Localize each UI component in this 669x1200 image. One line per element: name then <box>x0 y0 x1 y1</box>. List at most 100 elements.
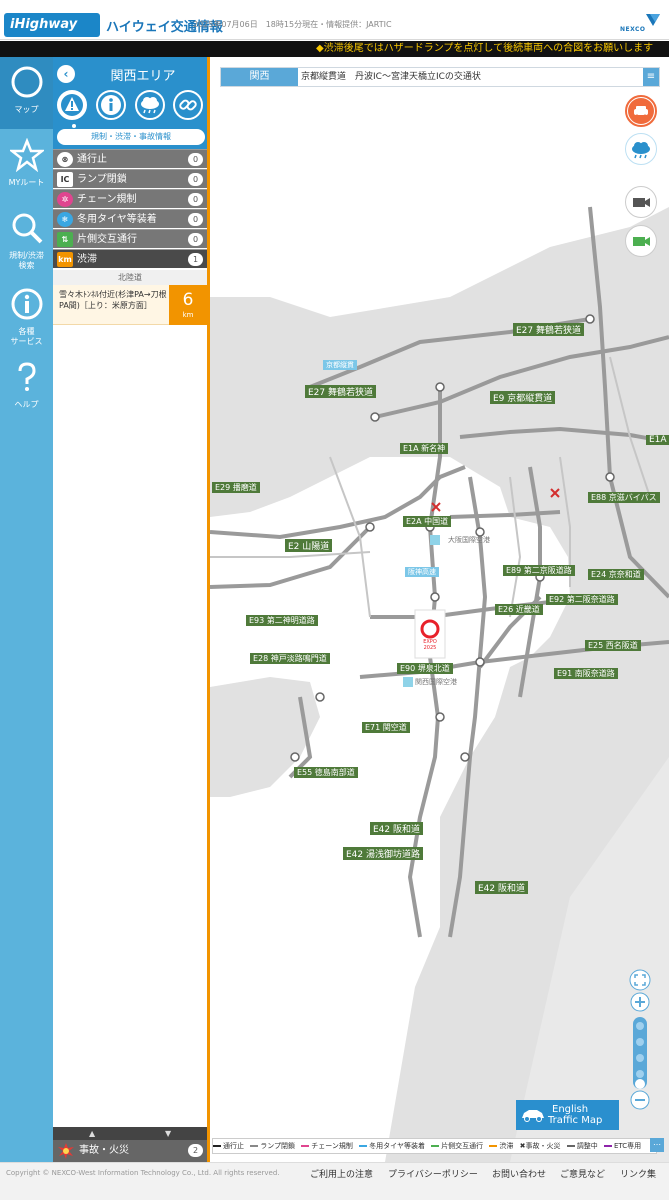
legend-item: 渋滞 <box>489 1142 513 1150</box>
filter-chain[interactable]: ✲ チェーン規制 0 <box>53 189 207 208</box>
footer-link-links[interactable]: リンク集 <box>620 1167 656 1180</box>
road-label-e25: E25 西名阪道 <box>585 640 641 651</box>
route-bar: 関西 京都縦貫道 丹波IC～宮津天橋立ICの交通状 ≡ <box>220 67 660 87</box>
search-icon <box>12 213 42 244</box>
weather-cloud-icon <box>632 142 650 159</box>
fire-burst-icon <box>58 1143 74 1159</box>
area-title: 関西エリア <box>110 69 176 84</box>
update-timestamp: 2025年07月06日 18時15分現在・情報提供：JARTIC <box>193 20 392 29</box>
road-label-e29: E29 播磨道 <box>212 482 260 493</box>
road-label-e28: E28 神戸淡路鳴門道 <box>250 653 330 664</box>
congestion-length: 6 km <box>169 285 207 325</box>
legend-item: 冬用タイヤ等装着 <box>359 1142 425 1150</box>
filter-count: 0 <box>188 153 203 166</box>
rail-item-services[interactable]: 各種 サービス <box>0 279 53 355</box>
camera-layer-button[interactable] <box>625 186 657 218</box>
filter-count: 0 <box>188 173 203 186</box>
filter-winter-tire[interactable]: ❄ 冬用タイヤ等装着 0 <box>53 209 207 228</box>
nexco-logo[interactable]: NEXCO <box>620 12 664 38</box>
footer-link-privacy[interactable]: プライバシーポリシー <box>388 1167 478 1180</box>
rail-item-myroute[interactable]: MYルート <box>0 130 53 202</box>
filter-closure[interactable]: ⊗ 通行止 0 <box>53 149 207 168</box>
road-label-e1a: E1A <box>646 435 669 445</box>
road-label-e93: E93 第二神明道路 <box>246 615 318 626</box>
alternating-traffic-icon: ⇅ <box>57 232 73 247</box>
video-camera-icon <box>633 198 650 207</box>
english-traffic-map-button[interactable]: English Traffic Map <box>516 1100 619 1130</box>
filter-count: 2 <box>188 1144 203 1157</box>
live-camera-layer-button[interactable] <box>625 225 657 257</box>
snowflake-icon: ❄ <box>57 212 73 227</box>
filter-count: 0 <box>188 233 203 246</box>
road-label-e55: E55 徳島南部道 <box>294 767 358 778</box>
video-camera-icon <box>633 237 650 246</box>
traffic-map[interactable]: E27 舞鶴若狭道 E27 舞鶴若狭道 E9 京都縦貫道 E1A 新名神 E1A… <box>210 57 669 1162</box>
incident-description: 雪々木ﾄﾝﾈﾙ付近(杉津PA→刀根PA間)［上り：米原方面］ <box>59 290 167 310</box>
airport-label: 関西国際空港 <box>415 678 457 686</box>
road-label-kyoto-jukan: 京都縦貫 <box>323 360 357 370</box>
legend-item: チェーン規制 <box>301 1142 353 1150</box>
app-header: iHighway ハイウェイ交通情報 2025年07月06日 18時15分現在・… <box>0 0 669 40</box>
scroll-down-button[interactable]: ▼ <box>165 1127 171 1140</box>
rail-item-help[interactable]: ヘルプ <box>0 352 53 424</box>
category-info-button[interactable] <box>96 90 126 120</box>
road-label-e89: E89 第二京阪道路 <box>503 565 575 576</box>
back-button[interactable]: ‹ <box>57 65 75 83</box>
fullscreen-icon[interactable] <box>629 969 651 991</box>
road-label-e26: E26 近畿道 <box>495 604 543 615</box>
road-label-e27: E27 舞鶴若狭道 <box>513 323 584 336</box>
filter-accident[interactable]: 事故・火災 2 <box>53 1140 207 1162</box>
legend-item: ランプ閉鎖 <box>250 1142 295 1150</box>
copyright: Copyright © NEXCO-West Information Techn… <box>6 1169 280 1177</box>
panel-header: ‹ 関西エリア 規制・渋滞・事故情報 <box>53 57 207 149</box>
road-label-hanshin: 阪神高速 <box>405 567 439 577</box>
traffic-layer-button[interactable] <box>625 95 657 127</box>
rail-item-search[interactable]: 規制/渋滞 検索 <box>0 203 53 279</box>
legend-item: 通行止 <box>213 1142 244 1150</box>
car-icon <box>628 98 654 124</box>
road-label-e9: E9 京都縦貫道 <box>490 391 556 404</box>
category-weather-button[interactable] <box>135 90 165 120</box>
ihighway-logo[interactable]: iHighway <box>4 13 100 37</box>
legend-item: 調整中 <box>566 1142 598 1150</box>
road-label-e42: E42 阪和道 <box>370 822 423 835</box>
road-label-e1a: E1A 新名神 <box>400 443 449 454</box>
footer-link-feedback[interactable]: ご意見など <box>560 1167 605 1180</box>
chain-icon: ✲ <box>57 192 73 207</box>
rail-item-map[interactable]: マップ <box>0 57 53 129</box>
road-network-map <box>210 206 669 1162</box>
road-label-e91: E91 南阪奈道路 <box>554 668 618 679</box>
road-label-e2: E2 山陽道 <box>285 539 333 552</box>
road-label-e88: E88 京滋バイパス <box>588 492 660 503</box>
filter-ramp-closure[interactable]: IC ランプ閉鎖 0 <box>53 169 207 188</box>
weather-layer-button[interactable] <box>625 133 657 165</box>
footer-link-terms[interactable]: ご利用上の注意 <box>310 1167 373 1180</box>
compass-icon <box>11 66 42 98</box>
road-label-e90: E90 堺泉北道 <box>397 663 453 674</box>
filter-count: 1 <box>188 253 203 266</box>
legend-expand-button[interactable]: ⋯ <box>650 1138 664 1152</box>
road-label-e27: E27 舞鶴若狭道 <box>305 385 376 398</box>
footer-link-contact[interactable]: お問い合わせ <box>492 1167 546 1180</box>
zoom-control <box>630 992 650 1110</box>
legend-item: ✖事故・火災 <box>519 1142 561 1150</box>
incident-item[interactable]: 雪々木ﾄﾝﾈﾙ付近(杉津PA→刀根PA間)［上り：米原方面］ 6 km <box>53 285 207 325</box>
info-icon <box>101 95 121 115</box>
menu-button[interactable]: ≡ <box>643 68 659 86</box>
filter-count: 0 <box>188 193 203 206</box>
scroll-up-button[interactable]: ▲ <box>89 1127 95 1140</box>
filter-congestion[interactable]: km 渋滞 1 <box>53 249 207 268</box>
category-link-button[interactable] <box>173 90 203 120</box>
road-label-e42: E42 湯浅御坊道路 <box>343 847 423 860</box>
road-label-e2a: E2A 中国道 <box>403 516 452 527</box>
road-label-e24: E24 京奈和道 <box>588 569 644 580</box>
left-nav-rail: マップ MYルート 規制/渋滞 検索 各種 サービス ヘルプ <box>0 57 53 1162</box>
info-panel: ‹ 関西エリア 規制・渋滞・事故情報 ⊗ 通行止 0 IC ランプ閉鎖 0 ✲ … <box>53 57 210 1162</box>
warning-icon <box>61 94 83 116</box>
category-regulation-button[interactable] <box>57 90 87 120</box>
prefecture-button[interactable]: 関西 <box>221 68 298 86</box>
filter-alternating[interactable]: ⇅ 片側交互通行 0 <box>53 229 207 248</box>
map-legend: 通行止 ランプ閉鎖 チェーン規制 冬用タイヤ等装着 片側交互通行 渋滞 ✖事故・… <box>212 1138 657 1154</box>
selected-indicator <box>72 124 76 128</box>
category-label: 規制・渋滞・事故情報 <box>57 129 205 145</box>
